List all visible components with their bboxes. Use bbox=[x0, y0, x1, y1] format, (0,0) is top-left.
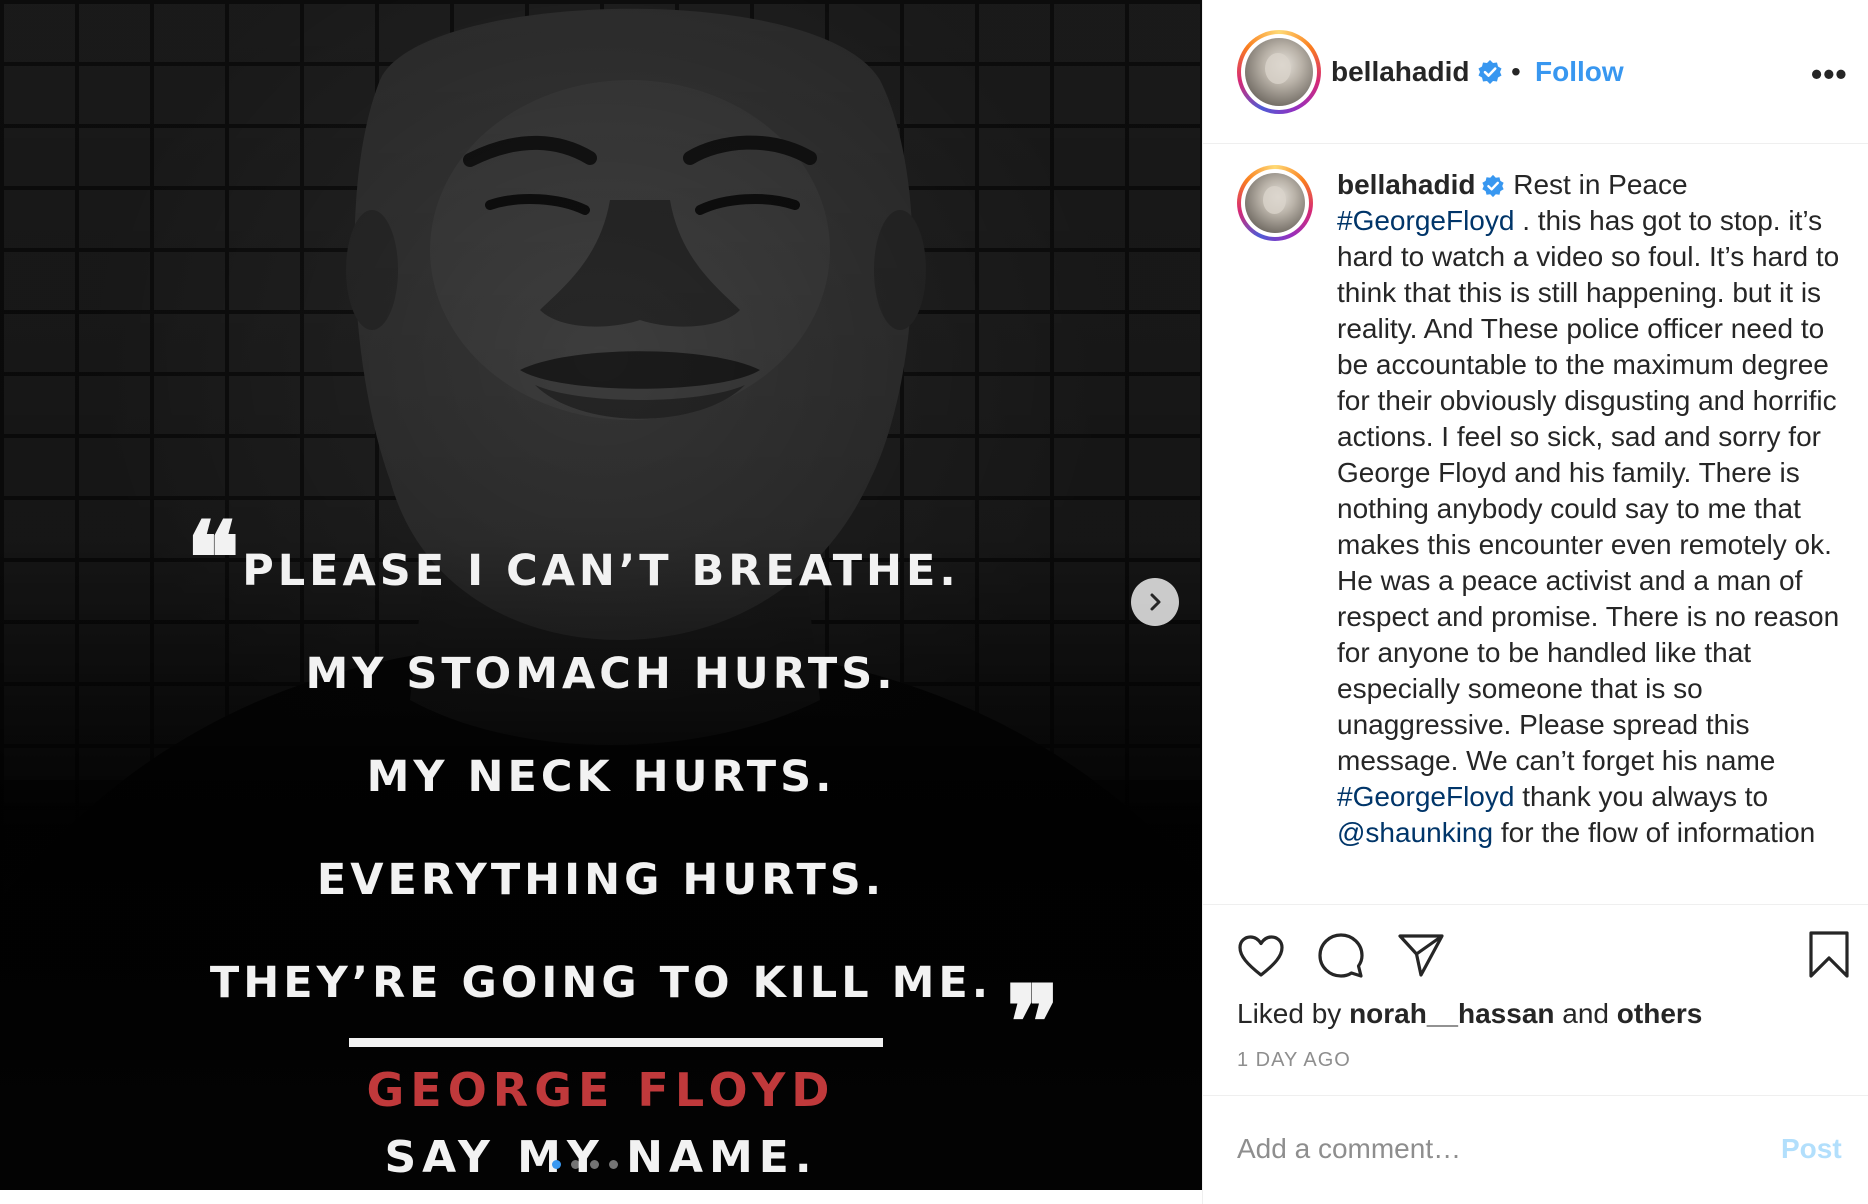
header-separator: • bbox=[1511, 56, 1521, 87]
post-header: bellahadid • Follow ••• bbox=[1203, 0, 1868, 144]
avatar-image bbox=[1245, 173, 1305, 233]
comment-input[interactable] bbox=[1237, 1125, 1737, 1173]
carousel-indicator bbox=[552, 1160, 618, 1169]
liked-by-others[interactable]: others bbox=[1617, 998, 1703, 1029]
caption-text: for the flow of information bbox=[1493, 817, 1816, 848]
post-comment-button[interactable]: Post bbox=[1781, 1131, 1842, 1167]
divider-line bbox=[349, 1038, 883, 1047]
carousel-dot bbox=[609, 1160, 618, 1169]
post-sidebar: bellahadid • Follow ••• bellahadid Rest … bbox=[1202, 0, 1868, 1204]
liked-by-and: and bbox=[1554, 998, 1617, 1029]
chevron-right-icon bbox=[1150, 593, 1161, 611]
bookmark-icon bbox=[1809, 931, 1849, 978]
comment-bubble-icon bbox=[1318, 933, 1364, 978]
heart-icon bbox=[1238, 935, 1284, 977]
liked-by-prefix: Liked by bbox=[1237, 998, 1350, 1029]
caption-avatar[interactable] bbox=[1237, 165, 1313, 241]
say-my-name-text: SAY MY NAME. bbox=[384, 1132, 818, 1183]
caption-text: Rest in Peace bbox=[1505, 169, 1688, 200]
avatar[interactable] bbox=[1237, 30, 1321, 114]
post-actions: Liked by norah__hassan and others 1 DAY … bbox=[1203, 906, 1868, 1096]
close-quote-mark: ❞ bbox=[1006, 963, 1060, 1081]
like-button[interactable] bbox=[1237, 934, 1285, 983]
hashtag-link[interactable]: #GeorgeFloyd bbox=[1337, 781, 1514, 812]
add-comment-section: Post bbox=[1203, 1097, 1868, 1197]
share-button[interactable] bbox=[1397, 932, 1445, 983]
hashtag-link[interactable]: #GeorgeFloyd bbox=[1337, 205, 1514, 236]
caption-username[interactable]: bellahadid bbox=[1337, 169, 1475, 200]
caption-text: thank you always to bbox=[1514, 781, 1769, 812]
verified-badge-icon bbox=[1477, 59, 1503, 85]
paper-plane-icon bbox=[1398, 934, 1444, 977]
carousel-next-button[interactable] bbox=[1131, 578, 1179, 626]
quote-line-2: MY STOMACH HURTS. bbox=[305, 649, 897, 699]
avatar-image bbox=[1245, 38, 1313, 106]
follow-button[interactable]: Follow bbox=[1535, 52, 1624, 92]
victim-name: GEORGE FLOYD bbox=[366, 1063, 836, 1117]
more-options-icon[interactable]: ••• bbox=[1811, 54, 1848, 94]
carousel-dot bbox=[571, 1160, 580, 1169]
carousel-dot bbox=[590, 1160, 599, 1169]
carousel-dot bbox=[552, 1160, 561, 1169]
likes-summary: Liked by norah__hassan and others bbox=[1237, 996, 1702, 1032]
save-button[interactable] bbox=[1807, 930, 1851, 985]
quote-line-1: PLEASE I CAN’T BREATHE. bbox=[242, 546, 960, 596]
quote-line-3: MY NECK HURTS. bbox=[366, 752, 836, 802]
liked-by-user[interactable]: norah__hassan bbox=[1349, 998, 1554, 1029]
comments-area[interactable]: bellahadid Rest in Peace #GeorgeFloyd . … bbox=[1203, 145, 1868, 905]
mention-link[interactable]: @shaunking bbox=[1337, 817, 1493, 848]
post-timestamp[interactable]: 1 DAY AGO bbox=[1237, 1048, 1351, 1072]
post-caption: bellahadid Rest in Peace #GeorgeFloyd . … bbox=[1337, 167, 1857, 851]
post-image[interactable]: ❝ PLEASE I CAN’T BREATHE. MY STOMACH HUR… bbox=[0, 0, 1202, 1190]
caption-text: . this has got to stop. it’s hard to wat… bbox=[1337, 205, 1840, 776]
header-username[interactable]: bellahadid bbox=[1331, 56, 1469, 87]
quote-text: PLEASE I CAN’T BREATHE. MY STOMACH HURTS… bbox=[0, 520, 1202, 1035]
quote-line-4: EVERYTHING HURTS. bbox=[316, 855, 886, 905]
comment-button[interactable] bbox=[1317, 932, 1365, 985]
header-username-block[interactable]: bellahadid bbox=[1331, 52, 1503, 92]
verified-badge-icon bbox=[1481, 174, 1505, 198]
